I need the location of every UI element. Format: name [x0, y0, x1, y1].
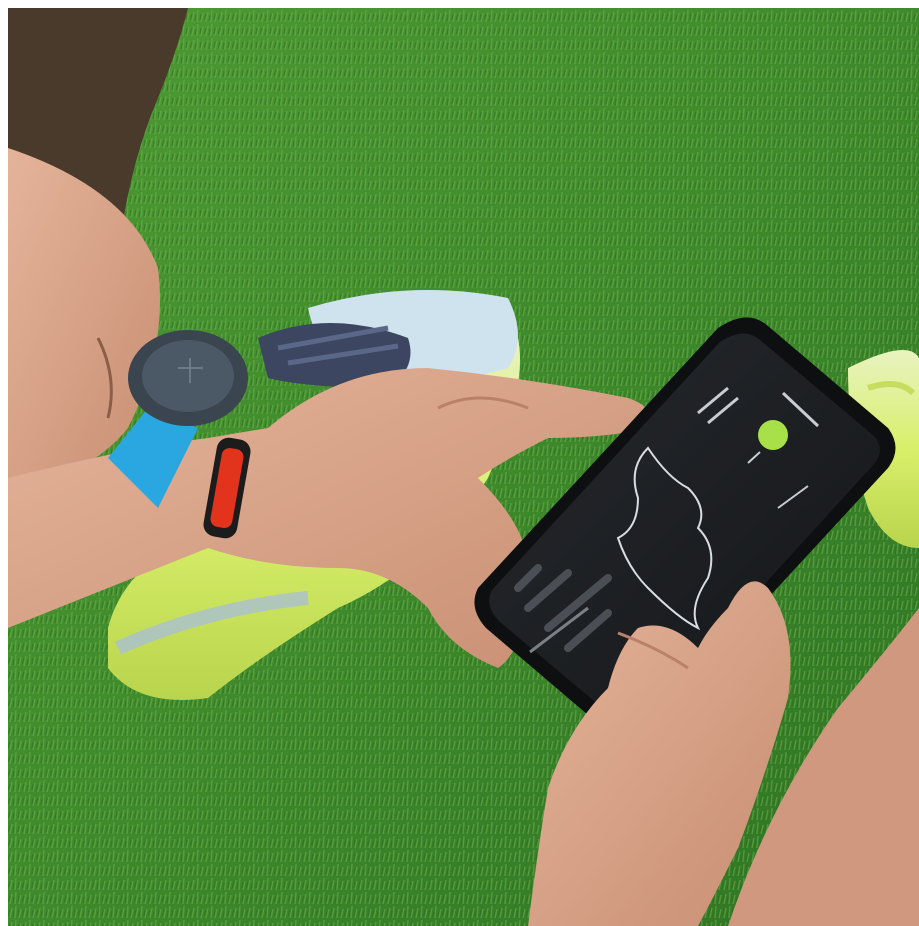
app-status-dot [758, 420, 788, 450]
photo-scene [8, 8, 919, 926]
scene-illustration [8, 8, 919, 926]
